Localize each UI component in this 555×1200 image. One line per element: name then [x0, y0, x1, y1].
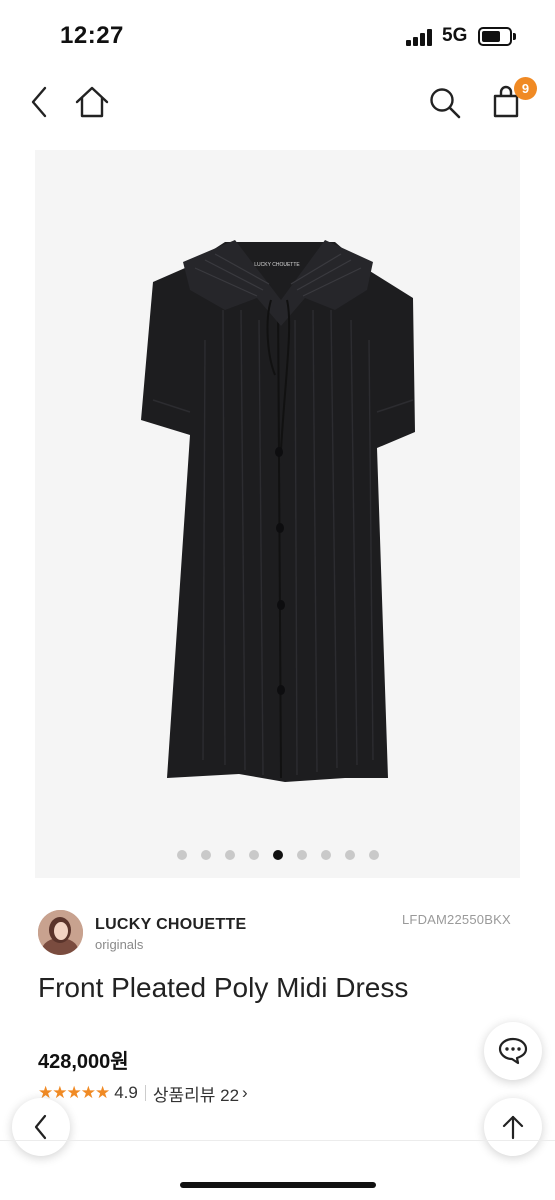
gallery-dot[interactable]	[200, 850, 211, 860]
product-price: 428,000원	[38, 1051, 129, 1073]
back-arrow-icon	[31, 86, 47, 118]
home-icon	[75, 86, 109, 118]
review-label: 상품리뷰 22	[152, 1085, 240, 1105]
search-button[interactable]	[423, 82, 467, 124]
top-nav	[0, 70, 555, 134]
review-link[interactable]: 상품리뷰 22 ›	[153, 1081, 248, 1106]
brand-subtitle: originals	[95, 937, 144, 952]
gallery-dot[interactable]	[248, 850, 259, 860]
cart-count-badge: 9	[514, 77, 537, 100]
rating-divider	[144, 1085, 146, 1101]
product-code: LFDAM22550BKX	[402, 912, 511, 927]
network-label: 5G	[442, 25, 468, 46]
gallery-dot[interactable]	[368, 850, 379, 860]
dress-image: LUCKY CHOUETTE	[141, 240, 415, 782]
status-bar: 12:27 5G	[0, 0, 555, 70]
product-title: Front Pleated Poly Midi Dress	[38, 972, 409, 1003]
back-button[interactable]	[20, 82, 58, 122]
chevron-left-icon	[34, 1114, 47, 1140]
gallery-dot[interactable]	[296, 850, 307, 860]
brand-name[interactable]: LUCKY CHOUETTE	[95, 916, 246, 934]
gallery-dot[interactable]	[176, 850, 187, 860]
signal-icon	[406, 28, 436, 46]
chat-button[interactable]	[484, 1022, 542, 1080]
rating-row: ★★★★★ 4.9 상품리뷰 22 ›	[38, 1081, 248, 1106]
avatar-image	[38, 910, 83, 955]
gallery-pagination	[35, 850, 520, 862]
gallery-dot-active[interactable]	[272, 850, 283, 860]
home-indicator	[180, 1182, 376, 1188]
scroll-top-button[interactable]	[484, 1098, 542, 1156]
arrow-up-icon	[502, 1115, 524, 1140]
gallery-dot[interactable]	[344, 850, 355, 860]
rating-value: 4.9	[114, 1083, 138, 1102]
search-icon	[430, 88, 461, 119]
chevron-right-icon: ›	[242, 1083, 248, 1102]
garment-label: LUCKY CHOUETTE	[254, 262, 300, 268]
previous-button[interactable]	[12, 1098, 70, 1156]
chat-icon	[498, 1037, 528, 1065]
product-image[interactable]: LUCKY CHOUETTE	[35, 150, 520, 878]
battery-tip	[513, 33, 516, 40]
bottom-divider	[0, 1140, 555, 1141]
home-button[interactable]	[70, 80, 114, 124]
battery-icon	[478, 27, 512, 46]
brand-avatar[interactable]	[38, 910, 83, 955]
gallery-dot[interactable]	[320, 850, 331, 860]
status-time: 12:27	[60, 22, 124, 49]
gallery-dot[interactable]	[224, 850, 235, 860]
